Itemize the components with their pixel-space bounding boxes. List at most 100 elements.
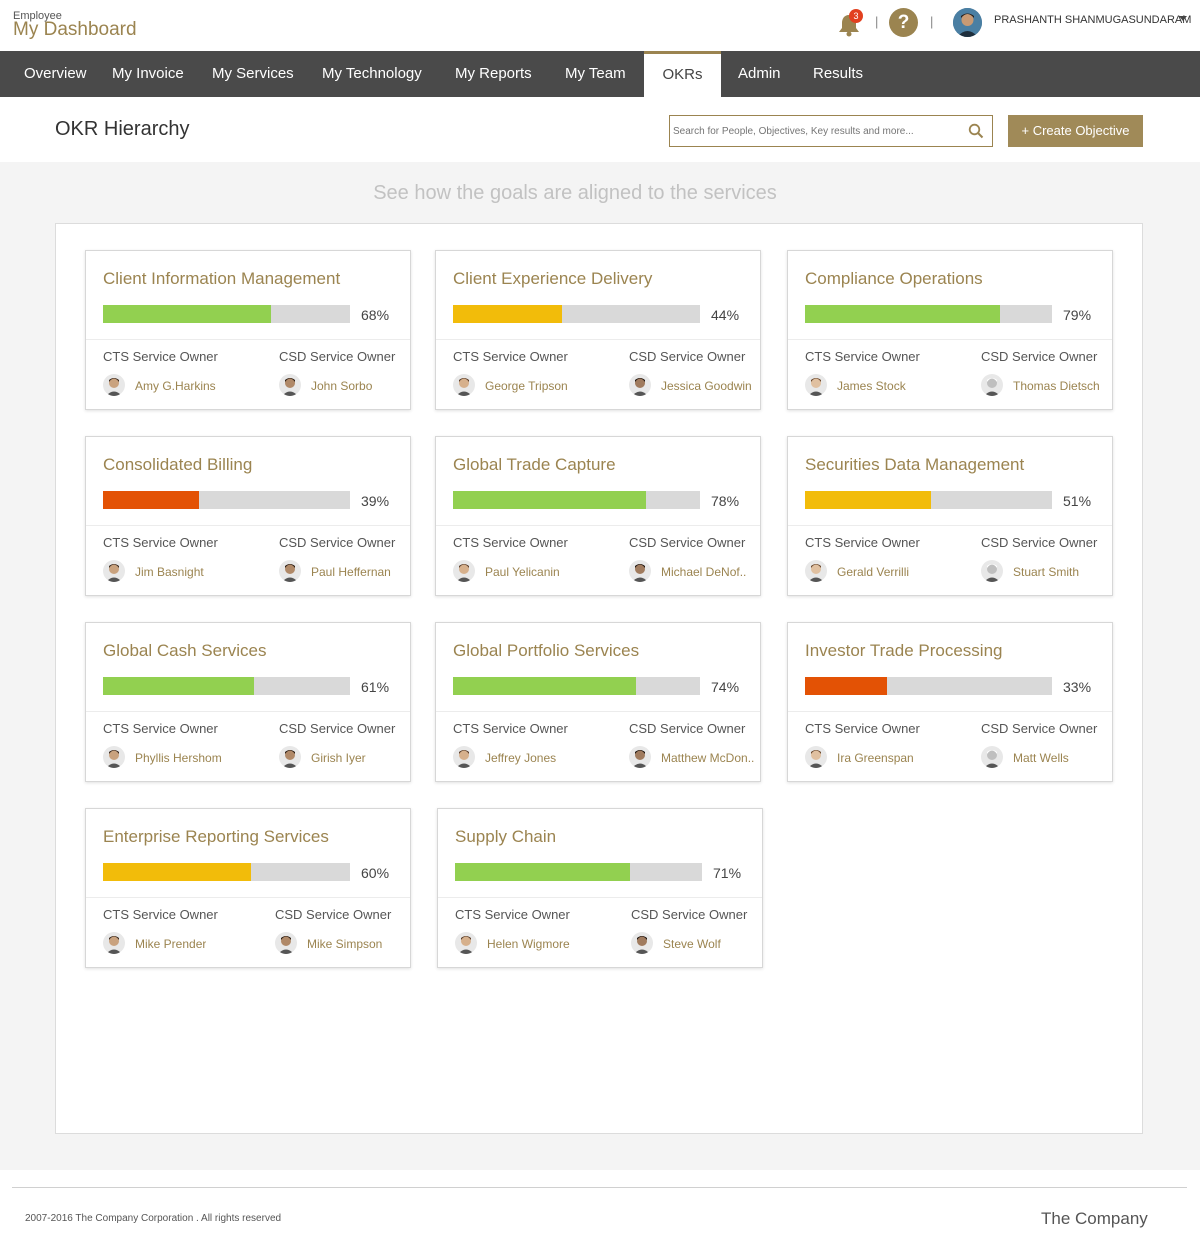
okr-card[interactable]: Supply Chain 71% CTS Service Owner CSD S… <box>437 808 763 968</box>
progress-fill <box>805 305 1001 323</box>
card-divider <box>438 897 762 898</box>
csd-owner-name[interactable]: Mike Simpson <box>307 937 382 951</box>
avatar[interactable] <box>103 932 125 954</box>
progress-percent: 60% <box>361 865 390 881</box>
progress-percent: 78% <box>711 493 740 509</box>
service-title[interactable]: Global Cash Services <box>103 641 266 661</box>
avatar[interactable] <box>805 746 827 768</box>
csd-owner-label: CSD Service Owner <box>629 535 746 550</box>
card-divider <box>436 525 760 526</box>
avatar[interactable] <box>279 560 301 582</box>
user-name[interactable]: PRASHANTH SHANMUGASUNDARAM <box>994 14 1191 26</box>
avatar[interactable] <box>805 374 827 396</box>
service-title[interactable]: Consolidated Billing <box>103 455 252 475</box>
nav-admin[interactable]: Admin <box>726 51 793 97</box>
avatar[interactable] <box>981 560 1003 582</box>
csd-owner-name[interactable]: Thomas Dietsch <box>1013 379 1100 393</box>
csd-owner-name[interactable]: Matt Wells <box>1013 751 1069 765</box>
okr-card[interactable]: Securities Data Management 51% CTS Servi… <box>787 436 1113 596</box>
user-avatar[interactable] <box>953 8 982 37</box>
csd-owner-label: CSD Service Owner <box>629 349 746 364</box>
service-title[interactable]: Investor Trade Processing <box>805 641 1002 661</box>
brand-title[interactable]: My Dashboard <box>13 19 137 41</box>
nav-results[interactable]: Results <box>801 51 875 97</box>
csd-owner-name[interactable]: Jessica Goodwin <box>661 379 752 393</box>
avatar[interactable] <box>279 746 301 768</box>
progress-bar <box>453 677 700 695</box>
avatar[interactable] <box>275 932 297 954</box>
avatar[interactable] <box>629 374 651 396</box>
okr-card[interactable]: Consolidated Billing 39% CTS Service Own… <box>85 436 411 596</box>
create-objective-button[interactable]: + Create Objective <box>1008 115 1143 147</box>
avatar[interactable] <box>103 560 125 582</box>
avatar[interactable] <box>455 932 477 954</box>
csd-owner-name[interactable]: Stuart Smith <box>1013 565 1079 579</box>
okr-card[interactable]: Client Information Management 68% CTS Se… <box>85 250 411 410</box>
service-title[interactable]: Client Experience Delivery <box>453 269 652 289</box>
cts-owner-name[interactable]: James Stock <box>837 379 906 393</box>
avatar[interactable] <box>631 932 653 954</box>
csd-owner-name[interactable]: Girish Iyer <box>311 751 366 765</box>
avatar[interactable] <box>103 746 125 768</box>
nav-overview[interactable]: Overview <box>12 51 99 97</box>
help-icon[interactable]: ? <box>889 8 918 37</box>
nav-my-team[interactable]: My Team <box>553 51 638 97</box>
progress-fill <box>103 677 254 695</box>
cts-owner-name[interactable]: Jeffrey Jones <box>485 751 556 765</box>
okr-card[interactable]: Client Experience Delivery 44% CTS Servi… <box>435 250 761 410</box>
cts-owner-name[interactable]: Ira Greenspan <box>837 751 914 765</box>
service-title[interactable]: Client Information Management <box>103 269 340 289</box>
avatar[interactable] <box>453 374 475 396</box>
avatar[interactable] <box>453 746 475 768</box>
cts-owner-name[interactable]: Gerald Verrilli <box>837 565 909 579</box>
nav-my-invoice[interactable]: My Invoice <box>100 51 196 97</box>
cts-owner-name[interactable]: Amy G.Harkins <box>135 379 216 393</box>
chevron-down-icon[interactable] <box>1179 16 1187 21</box>
service-title[interactable]: Global Portfolio Services <box>453 641 639 661</box>
cts-owner-name[interactable]: Mike Prender <box>135 937 206 951</box>
card-divider <box>86 711 410 712</box>
okr-card[interactable]: Global Portfolio Services 74% CTS Servic… <box>435 622 761 782</box>
csd-owner-name[interactable]: Steve Wolf <box>663 937 721 951</box>
okr-card[interactable]: Investor Trade Processing 33% CTS Servic… <box>787 622 1113 782</box>
nav-my-technology[interactable]: My Technology <box>310 51 434 97</box>
progress-fill <box>453 677 636 695</box>
footer-copyright: 2007-2016 The Company Corporation . All … <box>25 1213 282 1224</box>
avatar[interactable] <box>805 560 827 582</box>
okr-card[interactable]: Compliance Operations 79% CTS Service Ow… <box>787 250 1113 410</box>
cts-owner-name[interactable]: Jim Basnight <box>135 565 204 579</box>
nav-my-reports[interactable]: My Reports <box>443 51 544 97</box>
csd-owner-name[interactable]: Michael DeNof.. <box>661 565 746 579</box>
okr-card[interactable]: Global Trade Capture 78% CTS Service Own… <box>435 436 761 596</box>
progress-percent: 74% <box>711 679 740 695</box>
service-title[interactable]: Supply Chain <box>455 827 556 847</box>
search-input[interactable] <box>670 116 960 146</box>
csd-owner-label: CSD Service Owner <box>631 907 748 922</box>
avatar[interactable] <box>103 374 125 396</box>
avatar[interactable] <box>629 560 651 582</box>
cts-owner-name[interactable]: Phyllis Hershom <box>135 751 222 765</box>
okr-card[interactable]: Enterprise Reporting Services 60% CTS Se… <box>85 808 411 968</box>
cts-owner-name[interactable]: George Tripson <box>485 379 568 393</box>
service-title[interactable]: Enterprise Reporting Services <box>103 827 329 847</box>
avatar[interactable] <box>279 374 301 396</box>
cts-owner-name[interactable]: Paul Yelicanin <box>485 565 560 579</box>
cts-owner-name[interactable]: Helen Wigmore <box>487 937 570 951</box>
cts-owner-label: CTS Service Owner <box>805 349 920 364</box>
search-box <box>669 115 993 147</box>
service-title[interactable]: Securities Data Management <box>805 455 1024 475</box>
avatar[interactable] <box>981 374 1003 396</box>
service-title[interactable]: Compliance Operations <box>805 269 983 289</box>
csd-owner-name[interactable]: John Sorbo <box>311 379 372 393</box>
nav-my-services[interactable]: My Services <box>200 51 306 97</box>
search-icon[interactable] <box>968 123 984 139</box>
okr-card[interactable]: Global Cash Services 61% CTS Service Own… <box>85 622 411 782</box>
nav-okrs[interactable]: OKRs <box>644 51 721 97</box>
csd-owner-name[interactable]: Paul Heffernan <box>311 565 391 579</box>
avatar[interactable] <box>629 746 651 768</box>
csd-owner-name[interactable]: Matthew McDon.. <box>661 751 754 765</box>
avatar[interactable] <box>453 560 475 582</box>
avatar[interactable] <box>981 746 1003 768</box>
service-title[interactable]: Global Trade Capture <box>453 455 616 475</box>
progress-bar <box>805 491 1052 509</box>
